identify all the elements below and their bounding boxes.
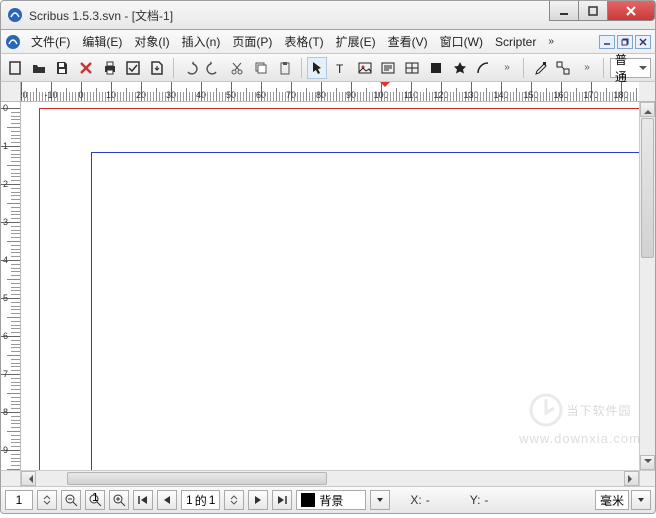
- menu-page[interactable]: 页面(P): [226, 31, 278, 52]
- mdi-restore-button[interactable]: [617, 35, 633, 49]
- first-page-button[interactable]: [133, 490, 153, 510]
- zoom-reset-button[interactable]: 1: [85, 490, 105, 510]
- horizontal-scrollbar[interactable]: [21, 470, 639, 486]
- workspace: -20-100102030405060708090100110120130140…: [0, 82, 656, 486]
- svg-text:T: T: [336, 62, 344, 76]
- scroll-corner: [639, 470, 655, 486]
- minimize-button[interactable]: [549, 1, 579, 21]
- new-button[interactable]: [5, 57, 25, 79]
- zoom-out-button[interactable]: [61, 490, 81, 510]
- vertical-scroll-thumb[interactable]: [641, 118, 654, 258]
- arc-tool[interactable]: [473, 57, 493, 79]
- page-selector-stepper[interactable]: [224, 490, 244, 510]
- toolbar-separator: [603, 58, 604, 78]
- titlebar: Scribus 1.5.3.svn - [文档-1]: [0, 0, 656, 30]
- page-number-input[interactable]: 1: [5, 490, 33, 510]
- copy-button[interactable]: [251, 57, 271, 79]
- scroll-corner-left: [1, 470, 21, 486]
- window-title: Scribus 1.5.3.svn - [文档-1]: [29, 7, 173, 24]
- x-label: X:: [410, 493, 421, 507]
- zoom-in-button[interactable]: [109, 490, 129, 510]
- image-frame-tool[interactable]: [355, 57, 375, 79]
- menu-table[interactable]: 表格(T): [278, 31, 329, 52]
- table-tool[interactable]: [402, 57, 422, 79]
- page-number-value: 1: [16, 493, 23, 507]
- toolbar-separator: [301, 58, 302, 78]
- margin-guide: [91, 152, 639, 470]
- layer-name: 背景: [319, 492, 343, 509]
- ruler-corner-right: [639, 82, 655, 102]
- preflight-button[interactable]: [124, 57, 144, 79]
- menu-scripter[interactable]: Scripter: [489, 33, 542, 51]
- cut-button[interactable]: [227, 57, 247, 79]
- toolbar-separator: [523, 58, 524, 78]
- x-value: -: [426, 493, 466, 507]
- menu-extras[interactable]: 扩展(E): [330, 31, 382, 52]
- last-page-button[interactable]: [272, 490, 292, 510]
- mdi-close-button[interactable]: [635, 35, 651, 49]
- ruler-origin-corner[interactable]: [1, 82, 21, 102]
- svg-text:1: 1: [92, 493, 99, 504]
- horizontal-scroll-thumb[interactable]: [67, 472, 327, 485]
- statusbar: 1 1 1 的 1 背景 X: - Y: - 毫米: [0, 486, 656, 514]
- menu-object[interactable]: 对象(I): [128, 31, 175, 52]
- render-frame-tool[interactable]: [379, 57, 399, 79]
- vertical-ruler[interactable]: 0123456789: [1, 102, 21, 470]
- redo-button[interactable]: [204, 57, 224, 79]
- open-button[interactable]: [29, 57, 49, 79]
- layer-dropdown-button[interactable]: [370, 490, 390, 510]
- menu-file[interactable]: 文件(F): [25, 31, 76, 52]
- horizontal-ruler[interactable]: -20-100102030405060708090100110120130140…: [21, 82, 639, 102]
- toolbar-separator: [173, 58, 174, 78]
- y-label: Y:: [470, 493, 481, 507]
- toolbar: T » » 普通: [0, 54, 656, 82]
- layer-selector[interactable]: 背景: [296, 490, 366, 510]
- mdi-minimize-button[interactable]: [599, 35, 615, 49]
- link-frames-tool[interactable]: [553, 57, 573, 79]
- select-tool[interactable]: [307, 57, 327, 79]
- scroll-left-button[interactable]: [21, 471, 36, 486]
- scroll-down-button[interactable]: [640, 455, 655, 470]
- canvas[interactable]: [21, 102, 639, 470]
- menu-overflow[interactable]: »: [542, 34, 560, 49]
- unit-value: 毫米: [600, 492, 624, 509]
- menu-view[interactable]: 查看(V): [382, 31, 434, 52]
- app-icon-small: [5, 34, 21, 50]
- page-stepper[interactable]: [37, 490, 57, 510]
- menu-edit[interactable]: 编辑(E): [76, 31, 128, 52]
- vertical-scrollbar[interactable]: [639, 102, 655, 470]
- y-value: -: [484, 493, 524, 507]
- eyedropper-tool[interactable]: [530, 57, 550, 79]
- window-controls: [550, 1, 655, 21]
- app-icon: [7, 7, 23, 23]
- unit-dropdown-button[interactable]: [631, 490, 651, 510]
- layer-color-swatch: [301, 493, 315, 507]
- save-button[interactable]: [52, 57, 72, 79]
- toolbar-overflow[interactable]: »: [497, 57, 517, 79]
- page-of-display: 1 的 1: [181, 490, 220, 510]
- mdi-controls: [599, 35, 651, 49]
- menubar: 文件(F) 编辑(E) 对象(I) 插入(n) 页面(P) 表格(T) 扩展(E…: [0, 30, 656, 54]
- preview-quality-value: 普通: [615, 51, 636, 85]
- menu-window[interactable]: 窗口(W): [434, 31, 489, 52]
- maximize-button[interactable]: [578, 1, 608, 21]
- menu-insert[interactable]: 插入(n): [176, 31, 227, 52]
- polygon-tool[interactable]: [450, 57, 470, 79]
- close-button[interactable]: [607, 1, 655, 21]
- pdf-export-button[interactable]: [147, 57, 167, 79]
- text-frame-tool[interactable]: T: [331, 57, 351, 79]
- close-doc-button[interactable]: [76, 57, 96, 79]
- scroll-right-button[interactable]: [624, 471, 639, 486]
- shape-tool[interactable]: [426, 57, 446, 79]
- scroll-up-button[interactable]: [640, 102, 655, 117]
- prev-page-button[interactable]: [157, 490, 177, 510]
- preview-quality-dropdown[interactable]: 普通: [610, 58, 651, 78]
- toolbar-overflow-2[interactable]: »: [577, 57, 597, 79]
- undo-button[interactable]: [180, 57, 200, 79]
- print-button[interactable]: [100, 57, 120, 79]
- paste-button[interactable]: [275, 57, 295, 79]
- next-page-button[interactable]: [248, 490, 268, 510]
- unit-selector[interactable]: 毫米: [595, 490, 629, 510]
